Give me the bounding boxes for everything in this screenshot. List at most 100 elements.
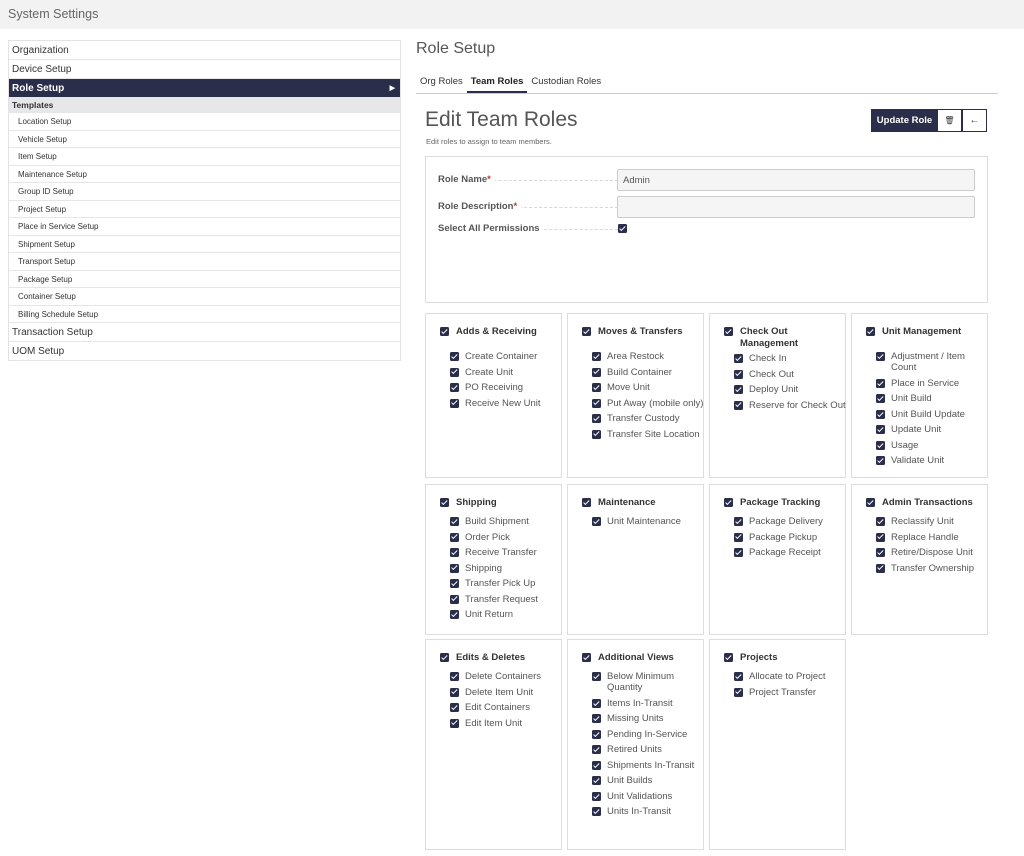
permission-item[interactable]: Validate Unit (876, 455, 988, 466)
permission-checkbox[interactable] (592, 760, 601, 770)
permission-item[interactable]: Items In-Transit (592, 698, 704, 709)
permission-checkbox[interactable] (876, 517, 885, 526)
permission-item[interactable]: Package Delivery (734, 516, 846, 527)
permission-item[interactable]: Package Pickup (734, 532, 846, 543)
permission-checkbox[interactable] (592, 745, 601, 755)
sidebar-subitem-container-setup[interactable]: Container Setup (9, 288, 400, 306)
permission-checkbox[interactable] (592, 729, 601, 739)
permission-item[interactable]: Move Unit (592, 382, 704, 393)
permission-checkbox[interactable] (450, 563, 459, 573)
sidebar-subitem-shipment-setup[interactable]: Shipment Setup (9, 236, 400, 253)
group-header[interactable]: Moves & Transfers (582, 326, 700, 338)
permission-item[interactable]: Update Unit (876, 424, 988, 435)
group-header[interactable]: Adds & Receiving (440, 326, 558, 338)
sidebar-subitem-location-setup[interactable]: Location Setup (9, 113, 400, 131)
group-checkbox[interactable] (582, 653, 591, 662)
tab-org-roles[interactable]: Org Roles (416, 71, 467, 93)
select-all-checkbox[interactable] (618, 224, 627, 233)
sidebar-subitem-billing-schedule-setup[interactable]: Billing Schedule Setup (9, 306, 400, 323)
permission-checkbox[interactable] (592, 672, 601, 681)
permission-checkbox[interactable] (734, 385, 743, 394)
sidebar-item-uom-setup[interactable]: UOM Setup (9, 342, 400, 361)
permission-checkbox[interactable] (734, 517, 743, 526)
group-checkbox[interactable] (866, 327, 875, 336)
permission-item[interactable]: Project Transfer (734, 687, 846, 698)
permission-checkbox[interactable] (450, 383, 459, 392)
permission-checkbox[interactable] (876, 563, 885, 573)
permission-item[interactable]: Receive Transfer (450, 547, 562, 558)
permission-checkbox[interactable] (592, 352, 601, 361)
group-header[interactable]: Package Tracking (724, 497, 842, 509)
permission-checkbox[interactable] (592, 383, 601, 392)
permission-checkbox[interactable] (592, 807, 601, 817)
permission-item[interactable]: Receive New Unit (450, 398, 562, 409)
permission-item[interactable]: Adjustment / Item Count (876, 351, 988, 373)
permission-checkbox[interactable] (450, 579, 459, 588)
tab-custodian-roles[interactable]: Custodian Roles (527, 71, 605, 93)
sidebar-item-role-setup[interactable]: Role Setup ▶ (9, 79, 400, 98)
permission-item[interactable]: Units In-Transit (592, 806, 704, 817)
permission-checkbox[interactable] (876, 532, 885, 542)
group-header[interactable]: Shipping (440, 497, 558, 509)
permission-item[interactable]: Unit Builds (592, 775, 704, 786)
group-header[interactable]: Check Out Management (724, 326, 842, 349)
permission-item[interactable]: Edit Containers (450, 702, 562, 713)
permission-checkbox[interactable] (734, 672, 743, 681)
permission-checkbox[interactable] (450, 610, 459, 619)
permission-checkbox[interactable] (450, 594, 459, 604)
group-checkbox[interactable] (440, 327, 449, 336)
permission-item[interactable]: Build Container (592, 367, 704, 378)
back-button[interactable]: ← (962, 109, 987, 132)
permission-item[interactable]: Replace Handle (876, 532, 988, 543)
permission-item[interactable]: Unit Build (876, 393, 988, 404)
sidebar-subitem-package-setup[interactable]: Package Setup (9, 271, 400, 288)
permission-checkbox[interactable] (592, 776, 601, 786)
permission-item[interactable]: Missing Units (592, 713, 704, 724)
permission-item[interactable]: Unit Validations (592, 791, 704, 802)
permission-item[interactable]: Shipments In-Transit (592, 760, 704, 771)
permission-checkbox[interactable] (876, 440, 885, 450)
permission-item[interactable]: Transfer Request (450, 594, 562, 605)
permission-item[interactable]: Check In (734, 353, 846, 364)
permission-item[interactable]: Transfer Ownership (876, 563, 988, 574)
permission-checkbox[interactable] (450, 352, 459, 361)
permission-item[interactable]: Retired Units (592, 744, 704, 755)
permission-checkbox[interactable] (450, 548, 459, 557)
permission-item[interactable]: Deploy Unit (734, 384, 846, 395)
sidebar-subitem-group-id-setup[interactable]: Group ID Setup (9, 183, 400, 201)
permission-item[interactable]: Put Away (mobile only) (592, 398, 704, 409)
permission-item[interactable]: Pending In-Service (592, 729, 704, 740)
group-header[interactable]: Admin Transactions (866, 497, 984, 509)
permission-checkbox[interactable] (734, 369, 743, 379)
permission-item[interactable]: Create Container (450, 351, 562, 362)
permission-checkbox[interactable] (876, 456, 885, 466)
permission-item[interactable]: Unit Return (450, 609, 562, 620)
permission-item[interactable]: Transfer Custody (592, 413, 704, 424)
permission-item[interactable]: Reclassify Unit (876, 516, 988, 527)
group-checkbox[interactable] (582, 327, 591, 336)
permission-item[interactable]: Retire/Dispose Unit (876, 547, 988, 558)
permission-checkbox[interactable] (734, 548, 743, 557)
permission-checkbox[interactable] (876, 548, 885, 557)
permission-checkbox[interactable] (876, 378, 885, 388)
permission-checkbox[interactable] (876, 352, 885, 361)
permission-checkbox[interactable] (592, 517, 601, 526)
sidebar-item-transaction-setup[interactable]: Transaction Setup (9, 323, 400, 342)
permission-item[interactable]: Edit Item Unit (450, 718, 562, 729)
permission-item[interactable]: Allocate to Project (734, 671, 846, 682)
permission-item[interactable]: Delete Containers (450, 671, 562, 682)
group-checkbox[interactable] (866, 498, 875, 507)
tab-team-roles[interactable]: Team Roles (466, 71, 528, 93)
sidebar-subitem-maintenance-setup[interactable]: Maintenance Setup (9, 166, 400, 183)
permission-checkbox[interactable] (450, 532, 459, 542)
group-checkbox[interactable] (440, 653, 449, 662)
permission-item[interactable]: Area Restock (592, 351, 704, 362)
permission-item[interactable]: Build Shipment (450, 516, 562, 527)
sidebar-subitem-item-setup[interactable]: Item Setup (9, 148, 400, 166)
sidebar-subitem-vehicle-setup[interactable]: Vehicle Setup (9, 131, 400, 148)
sidebar-item-organization[interactable]: Organization (9, 41, 400, 60)
permission-item[interactable]: Order Pick (450, 532, 562, 543)
group-checkbox[interactable] (724, 327, 733, 336)
delete-button[interactable]: 🗑 (937, 109, 962, 132)
permission-checkbox[interactable] (876, 425, 885, 435)
